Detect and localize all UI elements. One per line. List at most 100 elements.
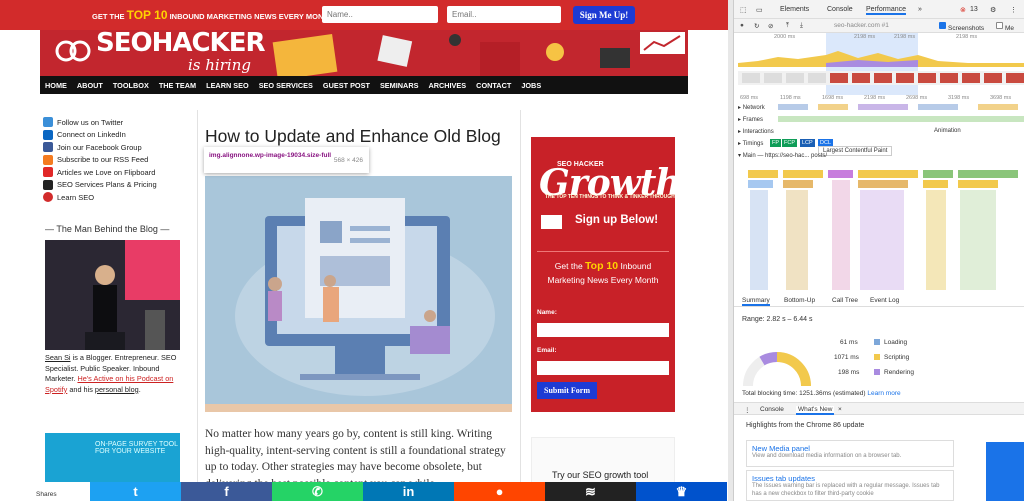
twitter-icon: t — [133, 484, 138, 499]
nav-about[interactable]: ABOUT — [77, 81, 103, 90]
main-track[interactable]: ▾ Main — https://seo-hac... posts/ — [738, 152, 827, 159]
follow-flipboard-link[interactable]: Articles we Love on Flipboard — [43, 166, 193, 179]
man-behind-blog-heading: — The Man Behind the Blog — — [45, 224, 170, 234]
share-buffer-button[interactable]: ≋ — [545, 482, 636, 501]
learn-seo-link[interactable]: Learn SEO — [43, 191, 193, 204]
share-whatsapp-button[interactable]: ✆ — [272, 482, 363, 501]
device-toggle-icon[interactable]: ▭ — [756, 6, 763, 14]
hiring-banner[interactable]: SEOHACKER is hiring — [40, 30, 688, 76]
download-icon[interactable]: ⤓ — [800, 22, 803, 30]
summary-donut — [743, 352, 811, 386]
timeline-overview[interactable] — [738, 33, 1024, 95]
nav-seo-services[interactable]: SEO SERVICES — [259, 81, 313, 90]
buffer-icon: ≋ — [585, 483, 596, 499]
clear-icon[interactable]: ⊘ — [768, 22, 773, 30]
fp-marker[interactable]: FP — [770, 139, 782, 147]
upload-icon[interactable]: ⤒ — [786, 22, 789, 30]
bottom-tabs: Summary Bottom-Up Call Tree Event Log — [734, 295, 1024, 307]
growth-email-label: Email: — [537, 347, 557, 354]
follow-links: Follow us on Twitter Connect on LinkedIn… — [43, 116, 193, 204]
submit-form-button[interactable]: Submit Form — [537, 382, 597, 399]
error-icon: ⊗ — [960, 7, 966, 14]
nav-contact[interactable]: CONTACT — [476, 81, 511, 90]
tab-performance[interactable]: Performance — [866, 6, 907, 15]
twitter-icon — [43, 117, 53, 128]
reload-icon[interactable]: ↻ — [754, 22, 759, 30]
nav-jobs[interactable]: JOBS — [521, 81, 541, 90]
nav-archives[interactable]: ARCHIVES — [428, 81, 466, 90]
whats-new-card[interactable]: Issues tab updates The Issues warning bar… — [746, 470, 954, 501]
newsletter-message: GET THE TOP 10 INBOUND MARKETING NEWS EV… — [92, 8, 334, 22]
site-logo: SEOHACKER — [96, 30, 265, 58]
performance-toolbar: ● ↻ ⊘ ⤒ ⤓ seo-hacker.com #1 Screenshots … — [734, 19, 1024, 33]
drawer-tab-whats-new[interactable]: What's New — [796, 406, 835, 415]
hiring-tagline: is hiring — [188, 56, 251, 74]
follow-rss-link[interactable]: Subscribe to our RSS Feed — [43, 154, 193, 167]
interactions-track[interactable]: ▸ Interactions — [738, 128, 774, 135]
whats-new-card[interactable]: New Media panel View and download media i… — [746, 440, 954, 467]
email-input[interactable] — [447, 6, 561, 23]
share-sumo-button[interactable]: ♛ — [636, 482, 727, 501]
seo-s-icon — [43, 179, 53, 190]
lcp-marker[interactable]: LCP — [800, 139, 815, 147]
lcp-tooltip: Largest Contentful Paint — [818, 146, 893, 156]
growth-subtitle: THE TOP TEN THINGS TO THINK & TINKER THR… — [545, 194, 675, 200]
timings-track[interactable]: ▸ Timings — [738, 140, 763, 147]
gear-icon[interactable]: ⚙ — [990, 6, 996, 14]
growth-name-input[interactable] — [537, 323, 669, 337]
tab-console[interactable]: Console — [827, 6, 853, 13]
tab-summary[interactable]: Summary — [742, 297, 770, 306]
sign-me-up-button[interactable]: Sign Me Up! — [573, 6, 635, 24]
growth-signup-heading: Sign up Below! — [575, 214, 659, 226]
tab-event-log[interactable]: Event Log — [870, 297, 899, 304]
fcp-marker[interactable]: FCP — [782, 139, 797, 147]
author-name-link[interactable]: Sean Si — [45, 353, 71, 362]
envelope-icon — [541, 215, 562, 229]
follow-twitter-link[interactable]: Follow us on Twitter — [43, 116, 193, 129]
checkbox-icon — [939, 22, 946, 29]
name-input[interactable] — [322, 6, 438, 23]
follow-facebook-link[interactable]: Join our Facebook Group — [43, 141, 193, 154]
memory-checkbox[interactable]: Me — [996, 22, 1014, 32]
screenshots-checkbox[interactable]: Screenshots — [939, 22, 984, 32]
share-facebook-button[interactable]: f — [181, 482, 272, 501]
flame-chart[interactable] — [738, 160, 1024, 292]
nav-toolbox[interactable]: TOOLBOX — [113, 81, 149, 90]
tab-elements[interactable]: Elements — [780, 6, 809, 13]
nav-the-team[interactable]: THE TEAM — [159, 81, 196, 90]
personal-blog-link[interactable]: personal blog — [95, 385, 139, 394]
share-twitter-button[interactable]: t — [90, 482, 181, 501]
kebab-menu-icon[interactable]: ⋮ — [1010, 6, 1017, 14]
element-inspect-tooltip: img.alignnone.wp-image-19034.size-full 56… — [204, 147, 369, 173]
frames-track[interactable]: ▸ Frames — [738, 116, 763, 123]
drawer-tab-console[interactable]: Console — [760, 406, 784, 413]
follow-linkedin-link[interactable]: Connect on LinkedIn — [43, 129, 193, 142]
tab-bottom-up[interactable]: Bottom-Up — [784, 297, 815, 304]
learn-more-link[interactable]: Learn more — [867, 390, 900, 397]
linkedin-icon — [43, 129, 53, 140]
nav-seminars[interactable]: SEMINARS — [380, 81, 419, 90]
error-count[interactable]: 13 — [970, 6, 978, 13]
more-tabs-button[interactable]: » — [918, 6, 922, 13]
inspect-icon[interactable]: ⬚ — [740, 6, 747, 14]
seo-services-link[interactable]: SEO Services Plans & Pricing — [43, 179, 193, 192]
record-icon[interactable]: ● — [740, 22, 744, 29]
close-icon[interactable]: × — [838, 406, 842, 413]
tab-call-tree[interactable]: Call Tree — [832, 297, 858, 304]
devtools-tabbar: ⬚ ▭ Elements Console Performance » ⊗ 13 … — [734, 0, 1024, 19]
nav-home[interactable]: HOME — [45, 81, 67, 90]
nav-learn-seo[interactable]: LEARN SEO — [206, 81, 249, 90]
growth-signup-box: SEO HACKER Growth THE TOP TEN THINGS TO … — [531, 137, 682, 412]
share-reddit-button[interactable]: ● — [454, 482, 545, 501]
devtools-panel: ⬚ ▭ Elements Console Performance » ⊗ 13 … — [733, 0, 1024, 501]
share-linkedin-button[interactable]: in — [363, 482, 454, 501]
nav-guest-post[interactable]: GUEST POST — [323, 81, 370, 90]
network-bars — [778, 104, 1018, 110]
frames-bars — [778, 116, 1024, 122]
seohacker-logo-icon — [55, 40, 91, 62]
recording-select[interactable]: seo-hacker.com #1 — [834, 22, 889, 29]
network-track[interactable]: ▸ Network — [738, 104, 765, 111]
post-title: How to Update and Enhance Old Blog — [205, 126, 501, 146]
growth-email-input[interactable] — [537, 361, 669, 375]
drawer-menu-icon[interactable]: ⋮ — [744, 406, 751, 414]
